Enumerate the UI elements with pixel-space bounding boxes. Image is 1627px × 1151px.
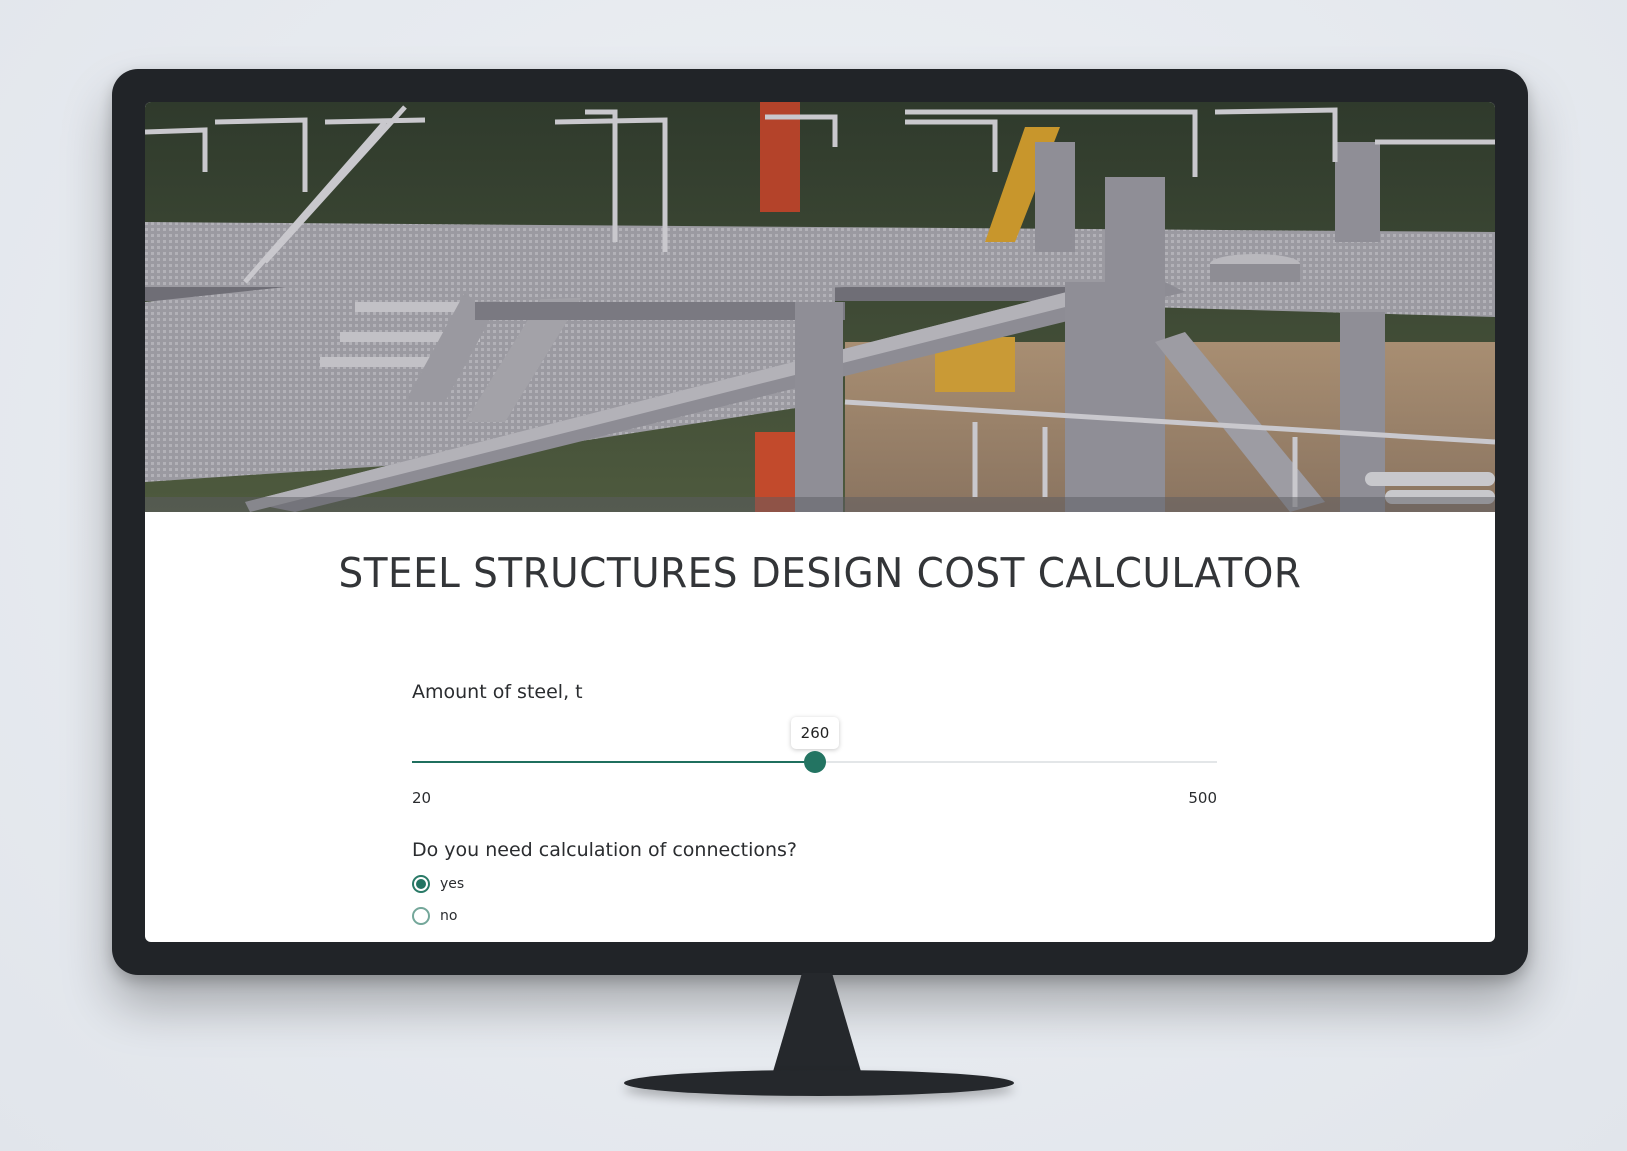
slider-min-label: 20	[412, 789, 432, 807]
monitor-stand-neck	[772, 973, 862, 1075]
radio-label-yes: yes	[440, 876, 465, 892]
slider-track-fill	[412, 761, 815, 763]
page-title: STEEL STRUCTURES DESIGN COST CALCULATOR	[338, 549, 1302, 597]
radio-button-no[interactable]	[412, 907, 430, 925]
radio-button-yes[interactable]	[412, 875, 430, 893]
steel-amount-label: Amount of steel, t	[412, 681, 583, 703]
screen: STEEL STRUCTURES DESIGN COST CALCULATOR …	[145, 102, 1495, 942]
radio-selected-dot	[416, 879, 426, 889]
radio-option-yes[interactable]: yes	[412, 875, 464, 893]
monitor-frame: STEEL STRUCTURES DESIGN COST CALCULATOR …	[112, 69, 1528, 975]
connections-question: Do you need calculation of connections?	[412, 839, 798, 861]
hero-image	[145, 102, 1495, 512]
slider-max-label: 500	[1188, 789, 1217, 807]
monitor-stand-base	[624, 1070, 1014, 1096]
slider-value-tooltip: 260	[791, 717, 839, 749]
slider-thumb[interactable]	[804, 751, 826, 773]
radio-label-no: no	[440, 908, 458, 924]
steel-amount-slider[interactable]: 260 20 500	[412, 717, 1217, 807]
radio-option-no[interactable]: no	[412, 907, 457, 925]
